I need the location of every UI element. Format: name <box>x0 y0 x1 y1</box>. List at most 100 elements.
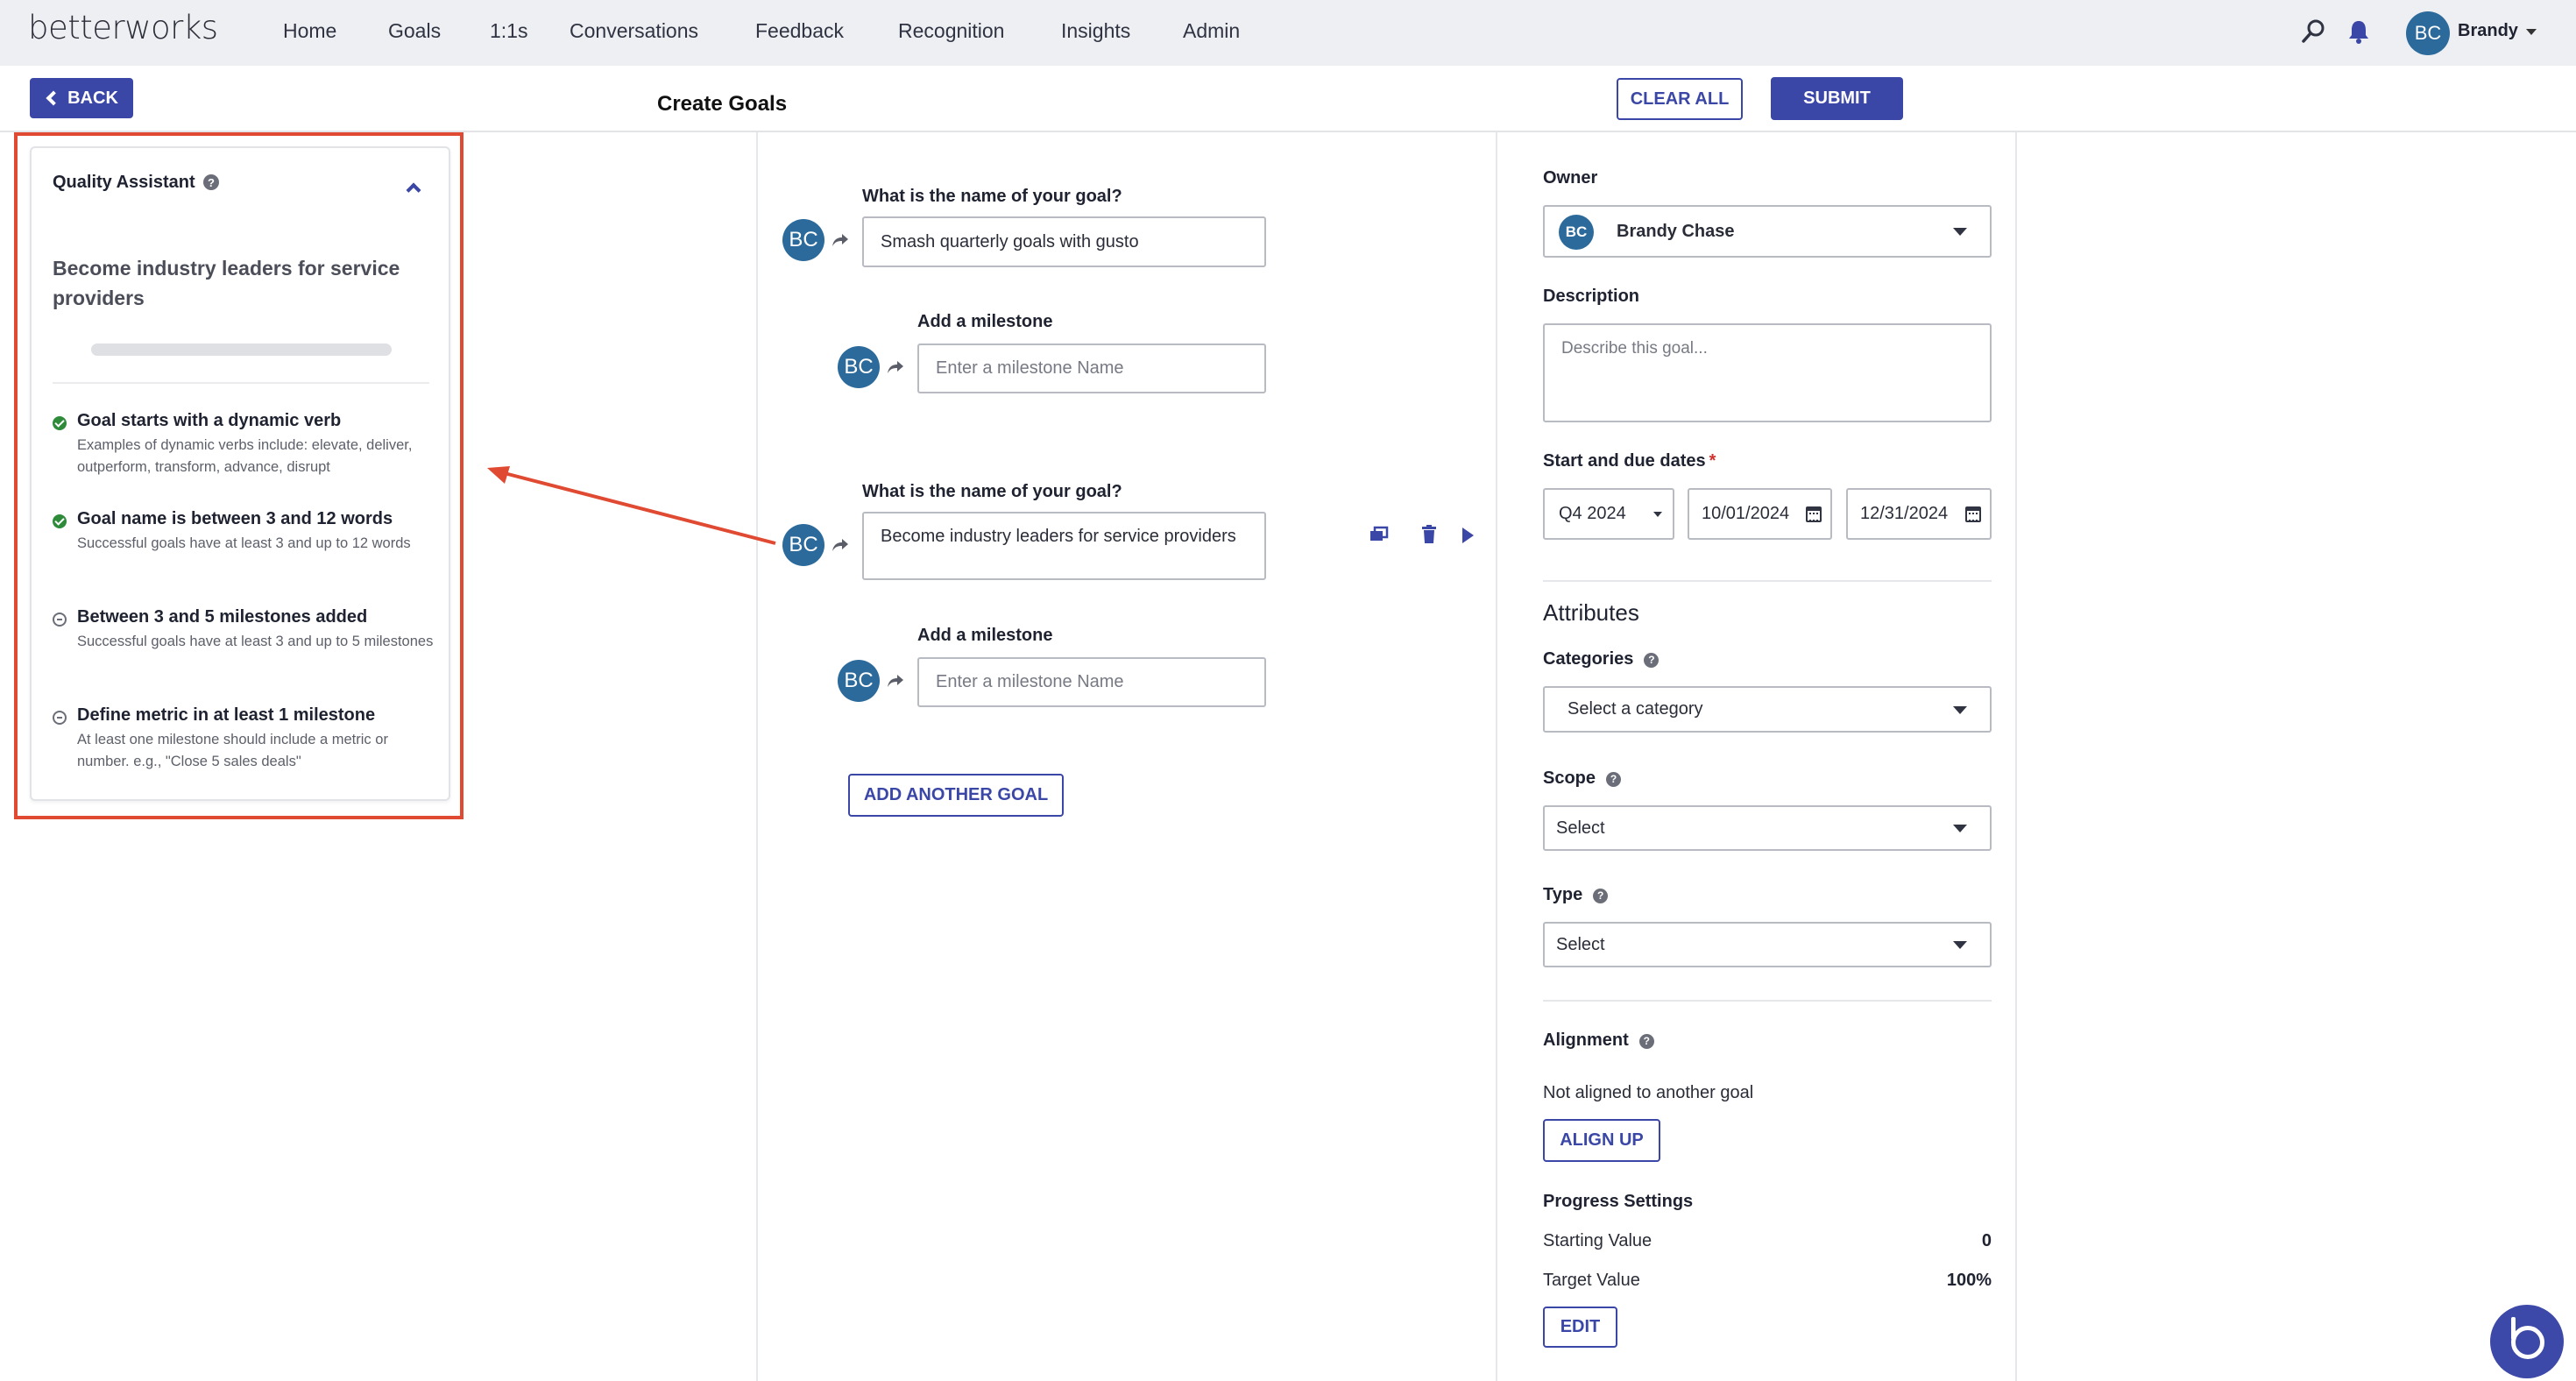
starting-value: 0 <box>1981 1231 1992 1250</box>
annotation-arrow <box>487 466 776 545</box>
nav-feedback[interactable]: Feedback <box>755 19 844 43</box>
user-avatar[interactable]: BC <box>2406 11 2450 55</box>
check-circle-icon <box>53 514 67 528</box>
required-marker: * <box>1709 451 1716 471</box>
milestone-owner-avatar[interactable]: BC <box>838 660 880 702</box>
top-nav: betterworks Home Goals 1:1s Conversation… <box>0 0 2576 66</box>
owner-label: Owner <box>1543 168 1598 188</box>
quality-progress-bar <box>91 343 392 356</box>
chevron-down-icon <box>1653 511 1662 517</box>
add-another-goal-button[interactable]: ADD ANOTHER GOAL <box>848 774 1064 817</box>
milestone-label: Add a milestone <box>917 626 1053 645</box>
start-date-value: 10/01/2024 <box>1702 504 1790 523</box>
duplicate-icon[interactable] <box>1369 526 1389 543</box>
user-name[interactable]: Brandy <box>2458 21 2518 41</box>
user-menu-caret-icon[interactable] <box>2526 29 2537 35</box>
column-divider <box>756 132 758 1381</box>
submit-button[interactable]: SUBMIT <box>1771 77 1903 120</box>
period-value: Q4 2024 <box>1559 504 1626 523</box>
scope-select[interactable]: Select <box>1543 805 1992 851</box>
help-icon[interactable]: ? <box>1606 771 1622 787</box>
nav-recognition[interactable]: Recognition <box>898 19 1004 43</box>
column-divider <box>2015 132 2017 1381</box>
quality-check-title: Between 3 and 5 milestones added <box>77 607 368 627</box>
back-button-label: BACK <box>67 88 118 108</box>
milestone-name-input[interactable]: Enter a milestone Name <box>917 657 1266 707</box>
target-value-label: Target Value <box>1543 1271 1640 1290</box>
quality-assistant-goal-text: Become industry leaders for service prov… <box>53 257 400 309</box>
minus-circle-icon <box>53 613 67 627</box>
due-date-input[interactable]: 12/31/2024 <box>1846 488 1992 540</box>
chevron-down-icon <box>1953 941 1967 949</box>
back-button[interactable]: BACK <box>30 78 133 118</box>
nav-goals[interactable]: Goals <box>388 19 441 43</box>
help-icon[interactable]: ? <box>1593 888 1609 903</box>
owner-select[interactable]: BC Brandy Chase <box>1543 205 1992 258</box>
quality-check-description: At least one milestone should include a … <box>77 732 388 769</box>
categories-select[interactable]: Select a category <box>1543 686 1992 733</box>
divider <box>1543 580 1992 582</box>
search-icon[interactable] <box>2299 18 2327 46</box>
period-select[interactable]: Q4 2024 <box>1543 488 1674 540</box>
due-date-value: 12/31/2024 <box>1860 504 1949 523</box>
share-arrow-icon <box>832 234 848 246</box>
quality-check-description: Examples of dynamic verbs include: eleva… <box>77 437 413 475</box>
description-textarea[interactable]: Describe this goal... <box>1543 323 1992 422</box>
milestone-name-input[interactable]: Enter a milestone Name <box>917 343 1266 393</box>
type-label-text: Type <box>1543 885 1583 904</box>
goal-name-input[interactable]: Smash quarterly goals with gusto <box>862 216 1266 267</box>
app-logo[interactable]: betterworks <box>28 9 218 46</box>
type-select[interactable]: Select <box>1543 922 1992 967</box>
quality-check-title: Define metric in at least 1 milestone <box>77 705 376 725</box>
clear-all-button[interactable]: CLEAR ALL <box>1617 78 1743 120</box>
check-circle-icon <box>53 416 67 430</box>
owner-avatar: BC <box>1559 215 1594 250</box>
help-icon[interactable]: ? <box>1644 652 1660 668</box>
divider <box>53 382 429 384</box>
expand-details-icon[interactable] <box>1461 527 1475 544</box>
help-icon[interactable]: ? <box>203 174 219 190</box>
edit-progress-button[interactable]: EDIT <box>1543 1307 1617 1348</box>
page-title: Create Goals <box>657 92 788 116</box>
help-icon[interactable]: ? <box>1638 1033 1654 1049</box>
minus-circle-icon <box>53 711 67 725</box>
goal-name-label: What is the name of your goal? <box>862 482 1122 501</box>
assistant-launcher-icon[interactable] <box>2490 1305 2564 1378</box>
attributes-title: Attributes <box>1543 599 1639 626</box>
share-arrow-icon <box>832 539 848 551</box>
type-label: Type? <box>1543 885 1609 905</box>
nav-one-on-ones[interactable]: 1:1s <box>490 19 527 43</box>
milestone-label: Add a milestone <box>917 312 1053 331</box>
nav-insights[interactable]: Insights <box>1061 19 1130 43</box>
calendar-icon[interactable] <box>1806 506 1822 522</box>
chevron-down-icon <box>1953 825 1967 832</box>
owner-name: Brandy Chase <box>1617 221 1735 241</box>
trash-icon[interactable] <box>1420 525 1438 544</box>
divider <box>1543 1000 1992 1002</box>
quality-check-description: Successful goals have at least 3 and up … <box>77 535 411 551</box>
chevron-up-icon[interactable] <box>406 182 421 198</box>
scope-label: Scope? <box>1543 768 1622 789</box>
start-date-input[interactable]: 10/01/2024 <box>1688 488 1832 540</box>
target-value: 100% <box>1946 1271 1992 1290</box>
goal-owner-avatar[interactable]: BC <box>782 219 824 261</box>
categories-value: Select a category <box>1568 699 1703 719</box>
description-label: Description <box>1543 287 1640 306</box>
nav-admin[interactable]: Admin <box>1183 19 1240 43</box>
nav-conversations[interactable]: Conversations <box>570 19 698 43</box>
goal-name-input[interactable]: Become industry leaders for service prov… <box>862 512 1266 580</box>
milestone-owner-avatar[interactable]: BC <box>838 346 880 388</box>
goal-name-label: What is the name of your goal? <box>862 187 1122 206</box>
align-up-button[interactable]: ALIGN UP <box>1543 1119 1660 1162</box>
starting-value-label: Starting Value <box>1543 1231 1652 1250</box>
alignment-label: Alignment? <box>1543 1030 1654 1051</box>
calendar-icon[interactable] <box>1965 506 1981 522</box>
dates-label: Start and due dates * <box>1543 451 1716 471</box>
progress-settings-label: Progress Settings <box>1543 1192 1694 1211</box>
goal-owner-avatar[interactable]: BC <box>782 524 824 566</box>
quality-check-title: Goal name is between 3 and 12 words <box>77 509 393 528</box>
categories-label: Categories? <box>1543 649 1660 669</box>
chevron-down-icon <box>1953 228 1967 236</box>
nav-home[interactable]: Home <box>283 19 336 43</box>
bell-icon[interactable] <box>2345 18 2373 46</box>
